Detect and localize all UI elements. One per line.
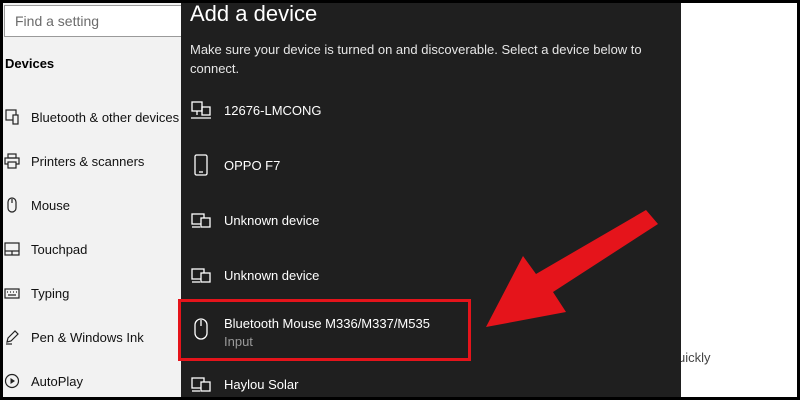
device-name: OPPO F7 — [224, 157, 281, 173]
device-item[interactable]: Haylou Solar — [181, 360, 681, 400]
autoplay-icon — [4, 373, 20, 389]
device-name: Unknown device — [224, 267, 320, 283]
sidebar-item-typing[interactable]: Typing — [0, 273, 182, 313]
bluetooth-devices-icon — [4, 109, 20, 125]
device-item[interactable]: OPPO F7 — [181, 141, 681, 189]
settings-sidebar: Find a setting Devices Bluetooth & other… — [0, 0, 182, 400]
sidebar-item-label: Bluetooth & other devices — [31, 109, 180, 125]
generic-device-icon — [190, 264, 212, 286]
device-name: 12676-LMCONG — [224, 102, 322, 118]
device-item[interactable]: 12676-LMCONG — [181, 86, 681, 134]
sidebar-item-bluetooth[interactable]: Bluetooth & other devices — [0, 97, 182, 137]
sidebar-item-label: Typing — [31, 285, 70, 301]
phone-icon — [190, 154, 212, 176]
device-item[interactable]: Unknown device — [181, 251, 681, 299]
sidebar-item-pen[interactable]: Pen & Windows Ink — [0, 317, 182, 357]
sidebar-item-printers[interactable]: Printers & scanners — [0, 141, 182, 181]
device-name: Haylou Solar — [224, 376, 299, 392]
pen-icon — [4, 329, 20, 345]
computer-icon — [190, 99, 212, 121]
dialog-title: Add a device — [190, 1, 318, 26]
generic-device-icon — [190, 209, 212, 231]
printer-icon — [4, 153, 20, 169]
dialog-description: Make sure your device is turned on and d… — [190, 42, 642, 76]
section-title: Devices — [5, 56, 55, 71]
sidebar-item-label: Mouse — [31, 197, 71, 213]
sidebar-item-label: AutoPlay — [31, 373, 84, 389]
background-description-text: uickly — [678, 350, 711, 365]
sidebar-item-label: Pen & Windows Ink — [31, 329, 144, 345]
device-name: Unknown device — [224, 212, 320, 228]
sidebar-item-label: Printers & scanners — [31, 153, 145, 169]
mouse-icon — [4, 197, 20, 213]
sidebar-item-label: Touchpad — [31, 241, 88, 257]
keyboard-icon — [4, 285, 20, 301]
touchpad-icon — [4, 241, 20, 257]
device-item[interactable]: Unknown device — [181, 196, 681, 244]
search-placeholder: Find a setting — [15, 13, 100, 29]
sidebar-item-touchpad[interactable]: Touchpad — [0, 229, 182, 269]
generic-device-icon — [190, 373, 212, 395]
highlight-box — [178, 299, 471, 361]
sidebar-item-mouse[interactable]: Mouse — [0, 185, 182, 225]
search-input[interactable]: Find a setting — [4, 5, 182, 37]
sidebar-item-autoplay[interactable]: AutoPlay — [0, 361, 182, 400]
